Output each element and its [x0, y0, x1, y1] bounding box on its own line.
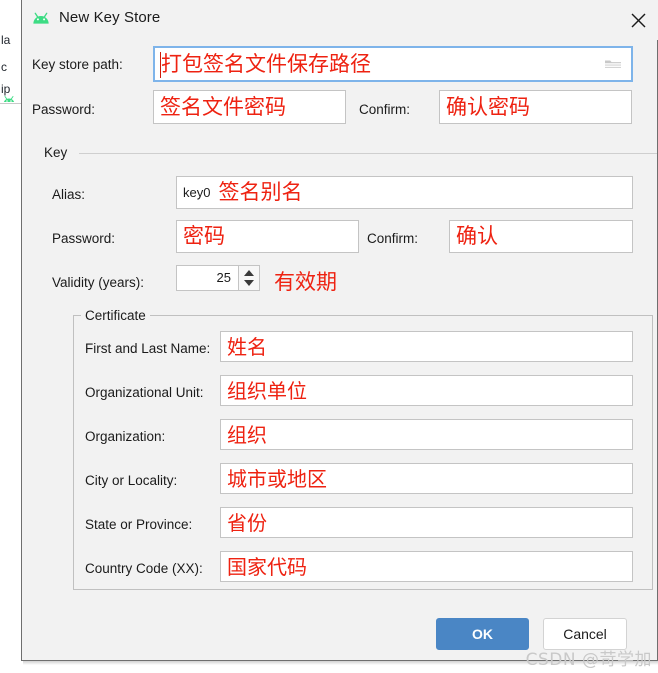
keystore-confirm-input[interactable]: 确认密码 [439, 90, 632, 124]
screenshot-root: la c ip New Key Store Key store path: 打包… [0, 0, 658, 673]
keystore-confirm-value: 确认密码 [446, 94, 530, 119]
key-store-path-value: 打包签名文件保存路径 [161, 51, 371, 76]
cert-value-city-or-locality: 城市或地区 [227, 466, 327, 491]
cert-label-organization: Organization: [85, 429, 166, 444]
alias-label: Alias: [52, 187, 86, 202]
key-section-title: Key [44, 145, 68, 160]
watermark: CSDN @苛学加 [525, 650, 652, 670]
key-password-value: 密码 [183, 224, 225, 248]
cert-value-organizational-unit: 组织单位 [227, 378, 307, 403]
android-robot-icon [31, 11, 51, 25]
cert-input-country-code[interactable]: 国家代码 [220, 551, 633, 582]
key-confirm-value: 确认 [456, 224, 498, 248]
new-key-store-dialog: New Key Store Key store path: 打包签名文件保存路径 [21, 0, 658, 661]
text-caret [160, 52, 161, 78]
certificate-groupbox-title: Certificate [81, 308, 150, 323]
key-store-path-input[interactable]: 打包签名文件保存路径 [153, 46, 633, 82]
key-confirm-input[interactable]: 确认 [449, 220, 633, 253]
background-text-fragment-2: c [1, 60, 7, 74]
cert-value-country-code: 国家代码 [227, 554, 307, 579]
cert-label-organizational-unit: Organizational Unit: [85, 385, 204, 400]
cert-input-organization[interactable]: 组织 [220, 419, 633, 450]
dialog-title: New Key Store [59, 9, 161, 26]
keystore-password-label: Password: [32, 102, 96, 117]
key-confirm-label: Confirm: [367, 231, 419, 246]
alias-annotation-value: 签名别名 [218, 180, 303, 204]
chevron-down-icon[interactable] [244, 280, 254, 286]
validity-label: Validity (years): [52, 275, 145, 290]
folder-icon[interactable] [604, 57, 622, 71]
background-text-fragment-1: la [1, 33, 11, 47]
cert-input-organizational-unit[interactable]: 组织单位 [220, 375, 633, 406]
cert-label-city-or-locality: City or Locality: [85, 473, 178, 488]
keystore-confirm-label: Confirm: [359, 102, 411, 117]
cert-input-city-or-locality[interactable]: 城市或地区 [220, 463, 633, 494]
key-store-path-label: Key store path: [32, 57, 123, 72]
dialog-titlebar: New Key Store [22, 0, 658, 40]
validity-value[interactable]: 25 [177, 266, 238, 290]
cert-input-first-and-last-name[interactable]: 姓名 [220, 331, 633, 362]
background-android-robot-icon [2, 92, 16, 102]
keystore-password-value: 签名文件密码 [160, 94, 286, 119]
alias-input[interactable]: key0 签名别名 [176, 176, 633, 209]
cert-label-country-code: Country Code (XX): [85, 561, 203, 576]
cert-value-state-or-province: 省份 [227, 510, 267, 535]
alias-prefix-value: key0 [183, 185, 211, 200]
key-section-rule [79, 153, 657, 154]
key-password-input[interactable]: 密码 [176, 220, 359, 253]
validity-stepper[interactable]: 25 [176, 265, 260, 291]
key-password-label: Password: [52, 231, 116, 246]
validity-stepper-arrows[interactable] [238, 266, 259, 290]
chevron-up-icon[interactable] [244, 270, 254, 276]
keystore-password-input[interactable]: 签名文件密码 [153, 90, 346, 124]
cert-value-first-and-last-name: 姓名 [227, 334, 267, 359]
close-icon[interactable] [623, 6, 653, 34]
cert-value-organization: 组织 [227, 422, 267, 447]
cert-input-state-or-province[interactable]: 省份 [220, 507, 633, 538]
cert-label-first-and-last-name: First and Last Name: [85, 341, 211, 356]
validity-annotation: 有效期 [274, 270, 337, 294]
ok-button[interactable]: OK [436, 618, 529, 650]
cert-label-state-or-province: State or Province: [85, 517, 193, 532]
